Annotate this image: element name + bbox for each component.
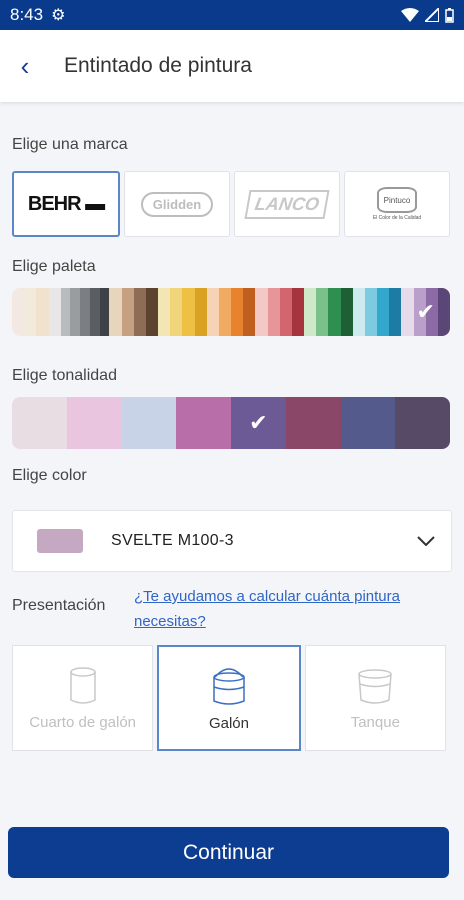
shade-option[interactable] (340, 397, 396, 449)
settings-gear-icon: ⚙ (51, 7, 66, 24)
app-bar: ‹ Entintado de pintura (0, 30, 464, 102)
brand-section-label: Elige una marca (12, 136, 128, 153)
brand-pintuco[interactable]: Pintuco El Color de la Calidad (344, 171, 450, 237)
palette-option[interactable] (304, 288, 353, 336)
glidden-logo: Glidden (140, 191, 214, 217)
shade-option[interactable]: ✔ (231, 397, 286, 449)
brand-lanco[interactable]: LANCO (234, 171, 340, 237)
shade-option[interactable] (176, 397, 231, 449)
presentation-label: Presentación (12, 597, 106, 614)
brand-selector: BEHR ▬ Glidden LANCO Pintuco El Color de… (12, 171, 450, 237)
gallon-can-icon (213, 667, 245, 705)
paint-calculator-link[interactable]: ¿Te ayudamos a calcular cuánta pintura n… (134, 584, 434, 634)
color-dropdown[interactable]: SVELTE M100-3 (12, 510, 452, 572)
color-swatch (37, 529, 83, 553)
chevron-down-icon (417, 536, 435, 546)
size-label: Cuarto de galón (29, 713, 137, 731)
palette-option[interactable] (60, 288, 110, 336)
shade-option[interactable] (66, 397, 122, 449)
back-icon[interactable]: ‹ (0, 51, 50, 82)
palette-section-label: Elige paleta (12, 258, 96, 275)
size-galon[interactable]: Galón (157, 645, 301, 751)
size-label: Tanque (350, 713, 400, 731)
check-icon: ✔ (416, 299, 435, 324)
palette-option[interactable] (352, 288, 402, 336)
battery-icon (445, 7, 454, 23)
palette-option[interactable] (12, 288, 61, 336)
wifi-icon (401, 8, 419, 22)
palette-option[interactable] (255, 288, 305, 336)
palette-option[interactable]: ✔ (401, 288, 450, 336)
signal-icon (425, 8, 439, 22)
size-cuarto-galon[interactable]: Cuarto de galón (12, 645, 154, 751)
behr-logo: BEHR ▬ (27, 192, 105, 215)
lanco-logo: LANCO (244, 189, 330, 219)
palette-option[interactable] (158, 288, 207, 336)
shade-option[interactable] (395, 397, 450, 449)
palette-strip: ✔ (12, 288, 450, 336)
palette-option[interactable] (206, 288, 256, 336)
status-bar: 8:43 ⚙ (0, 0, 464, 30)
presentation-selector: Cuarto de galón Galón Tanque (12, 645, 446, 751)
shade-strip: ✔ (12, 397, 450, 449)
small-can-icon (69, 666, 96, 704)
shade-option[interactable] (285, 397, 341, 449)
color-name: SVELTE M100-3 (111, 532, 234, 549)
palette-option[interactable] (109, 288, 159, 336)
color-section-label: Elige color (12, 467, 87, 484)
check-icon: ✔ (249, 410, 268, 435)
size-tanque[interactable]: Tanque (304, 645, 446, 751)
shade-option[interactable] (12, 397, 67, 449)
status-time: 8:43 (10, 5, 44, 24)
size-label: Galón (208, 714, 249, 732)
brand-behr[interactable]: BEHR ▬ (12, 171, 120, 237)
bucket-icon (358, 668, 393, 704)
shade-section-label: Elige tonalidad (12, 367, 117, 384)
page-title: Entintado de pintura (64, 54, 252, 77)
brand-glidden[interactable]: Glidden (124, 171, 230, 237)
shade-option[interactable] (121, 397, 177, 449)
continue-button[interactable]: Continuar (8, 827, 449, 878)
pintuco-logo: Pintuco El Color de la Calidad (373, 187, 421, 221)
